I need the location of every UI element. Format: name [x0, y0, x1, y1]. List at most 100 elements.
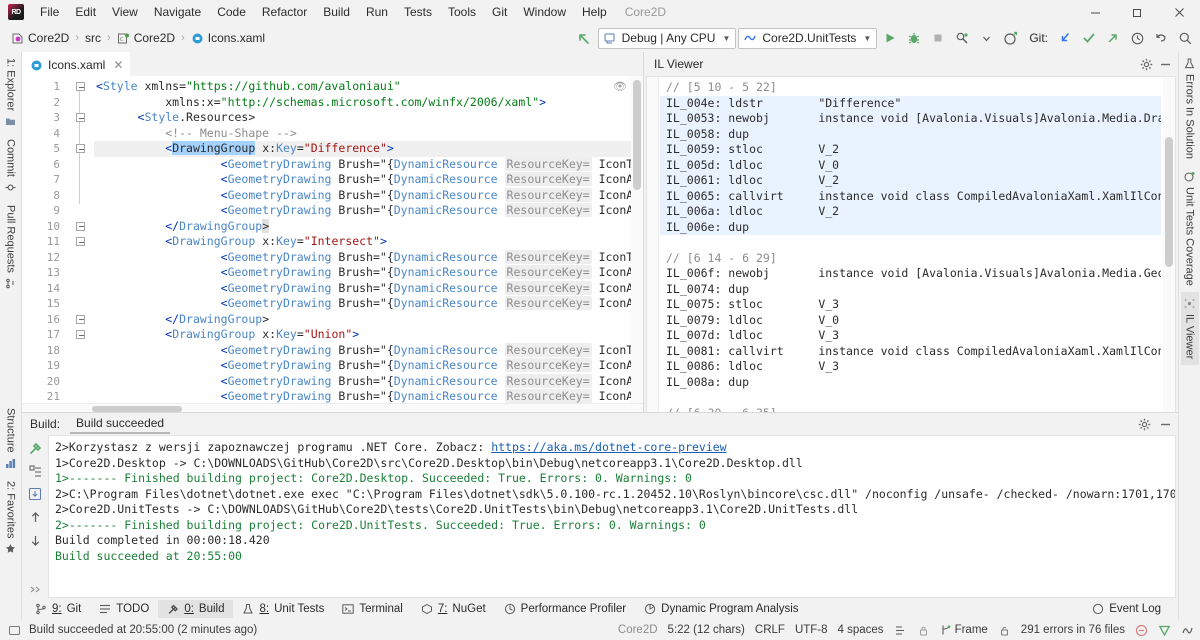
code-line[interactable]: <GeometryDrawing Brush="{DynamicResource…: [94, 389, 643, 403]
sidebar-item-favorites[interactable]: 2: Favorites: [2, 475, 20, 560]
il-instruction-line[interactable]: IL_0086: ldloc V_3: [660, 359, 1161, 375]
fold-toggle-icon[interactable]: [75, 330, 85, 340]
status-line-separator[interactable]: CRLF: [755, 624, 785, 636]
git-commit-icon[interactable]: [1078, 27, 1100, 49]
fold-marker[interactable]: [66, 327, 94, 343]
menu-item-view[interactable]: View: [104, 2, 146, 22]
il-instruction-line[interactable]: IL_0059: stloc V_2: [660, 142, 1161, 158]
il-comment-line[interactable]: // [6 14 - 6 29]: [660, 251, 1161, 267]
down-arrow-icon[interactable]: [26, 531, 44, 549]
run-configuration-combo[interactable]: Core2D.UnitTests ▼: [738, 27, 878, 49]
gear-icon[interactable]: [1138, 418, 1151, 431]
code-line[interactable]: <GeometryDrawing Brush="{DynamicResource…: [94, 265, 643, 281]
status-message[interactable]: Build succeeded at 20:55:00 (2 minutes a…: [29, 624, 257, 636]
code-line[interactable]: <GeometryDrawing Brush="{DynamicResource…: [94, 280, 643, 297]
il-instruction-line[interactable]: IL_008a: dup: [660, 375, 1161, 391]
code-line[interactable]: <GeometryDrawing Brush="{DynamicResource…: [94, 203, 643, 219]
export-icon[interactable]: [26, 485, 44, 503]
menu-item-git[interactable]: Git: [484, 2, 515, 22]
fold-toggle-icon[interactable]: [75, 82, 85, 92]
bottom-tab-unit-tests[interactable]: 8: Unit Tests: [233, 600, 333, 618]
code-line[interactable]: <GeometryDrawing Brush="{DynamicResource…: [94, 296, 643, 312]
breadcrumb-item-project[interactable]: C Core2D: [114, 29, 178, 47]
code-line[interactable]: <GeometryDrawing Brush="{DynamicResource…: [94, 187, 643, 204]
editor-tab-icons-xaml[interactable]: Icons.xaml ✕: [22, 52, 131, 76]
il-comment-line[interactable]: // [5 10 - 5 22]: [660, 80, 1161, 96]
minimize-icon[interactable]: [1159, 58, 1172, 71]
breadcrumb-item-folder[interactable]: src: [82, 29, 104, 47]
profile-dropdown-icon[interactable]: [975, 27, 997, 49]
fold-marker[interactable]: [66, 141, 94, 157]
scrollbar-thumb[interactable]: [92, 406, 182, 412]
notification-icon[interactable]: [8, 624, 21, 637]
code-line[interactable]: </DrawingGroup>: [94, 312, 643, 328]
menu-item-tools[interactable]: Tools: [440, 2, 484, 22]
status-encoding[interactable]: UTF-8: [795, 624, 828, 636]
sidebar-item-commit[interactable]: Commit: [2, 133, 20, 199]
inspection-icon[interactable]: [1158, 624, 1171, 637]
indent-config-icon[interactable]: [894, 624, 907, 637]
stop-button[interactable]: [927, 27, 949, 49]
menu-item-code[interactable]: Code: [209, 2, 254, 22]
il-instruction-line[interactable]: IL_0061: ldloc V_2: [660, 173, 1161, 189]
code-line[interactable]: <GeometryDrawing Brush="{DynamicResource…: [94, 373, 643, 390]
profile-button[interactable]: [951, 27, 973, 49]
code-line[interactable]: <GeometryDrawing Brush="{DynamicResource…: [94, 172, 643, 188]
gear-icon[interactable]: [1140, 58, 1153, 71]
menu-item-edit[interactable]: Edit: [67, 2, 104, 22]
il-viewer-content[interactable]: // [5 10 - 5 22] IL_004e: ldstr "Differen…: [660, 77, 1161, 412]
code-line[interactable]: <Style xmlns="https://github.com/avaloni…: [94, 79, 643, 95]
git-push-icon[interactable]: [1102, 27, 1124, 49]
run-button[interactable]: [879, 27, 901, 49]
minimize-icon[interactable]: [1159, 418, 1172, 431]
bottom-tab-event-log[interactable]: Event Log: [1083, 600, 1170, 618]
sidebar-item-explorer[interactable]: 1: Explorer: [2, 52, 20, 133]
bottom-tab-terminal[interactable]: Terminal: [333, 600, 411, 618]
back-arrow-icon[interactable]: [574, 27, 596, 49]
fold-marker[interactable]: [66, 110, 94, 126]
chevrons-icon[interactable]: [26, 580, 44, 598]
bottom-tab-performance-profiler[interactable]: Performance Profiler: [495, 600, 635, 618]
il-instruction-line[interactable]: IL_0074: dup: [660, 282, 1161, 298]
code-line[interactable]: xmlns:x="http://schemas.microsoft.com/wi…: [94, 95, 643, 111]
bottom-tab-build[interactable]: 0: Build: [158, 600, 234, 618]
bottom-tab-nuget[interactable]: 7: NuGet: [412, 600, 495, 618]
breadcrumb-item-solution[interactable]: Core2D: [8, 29, 72, 47]
hammer-icon[interactable]: [26, 439, 44, 457]
fold-marker[interactable]: [66, 79, 94, 95]
readonly-lock-icon[interactable]: [998, 624, 1011, 637]
up-arrow-icon[interactable]: [26, 508, 44, 526]
menu-item-navigate[interactable]: Navigate: [146, 2, 209, 22]
il-instruction-line[interactable]: IL_006e: dup: [660, 219, 1161, 235]
close-button[interactable]: [1158, 0, 1200, 24]
code-editor[interactable]: 12345678910111213141516171819202122 <Sty…: [22, 76, 643, 403]
git-update-project-icon[interactable]: [1054, 27, 1076, 49]
code-line[interactable]: <GeometryDrawing Brush="{DynamicResource…: [94, 358, 643, 374]
bottom-tab-todo[interactable]: TODO: [90, 600, 158, 618]
il-instruction-line[interactable]: IL_0081: callvirt instance void class Co…: [660, 344, 1161, 360]
il-instruction-line[interactable]: IL_005d: ldloc V_0: [660, 157, 1161, 173]
git-rollback-icon[interactable]: [1150, 27, 1172, 49]
status-indent[interactable]: 4 spaces: [838, 624, 884, 636]
close-icon[interactable]: ✕: [113, 58, 123, 72]
sidebar-item-pull-requests[interactable]: Pull Requests: [2, 199, 20, 295]
menu-item-tests[interactable]: Tests: [396, 2, 440, 22]
sidebar-item-unit-tests-coverage[interactable]: Unit Tests Coverage: [1181, 165, 1199, 292]
code-line[interactable]: <DrawingGroup x:Key="Intersect">: [94, 234, 643, 250]
il-instruction-line[interactable]: IL_007d: ldloc V_3: [660, 328, 1161, 344]
bottom-tab-dynamic-program-analysis[interactable]: Dynamic Program Analysis: [635, 600, 807, 618]
fold-toggle-icon[interactable]: [75, 237, 85, 247]
il-instruction-line[interactable]: IL_0053: newobj instance void [Avalonia.…: [660, 111, 1161, 127]
fold-toggle-icon[interactable]: [75, 221, 85, 231]
error-circle-icon[interactable]: [1135, 624, 1148, 637]
status-caret-position[interactable]: 5:22 (12 chars): [668, 624, 745, 636]
preview-eye-icon[interactable]: 👁: [613, 80, 627, 93]
il-instruction-line[interactable]: [660, 390, 1161, 406]
code-line[interactable]: <GeometryDrawing Brush="{DynamicResource…: [94, 249, 643, 266]
bottom-tab-git[interactable]: 9: Git: [26, 600, 90, 618]
scrollbar-thumb[interactable]: [633, 80, 641, 190]
debug-button[interactable]: [903, 27, 925, 49]
code-line[interactable]: </DrawingGroup>: [94, 218, 643, 235]
code-line[interactable]: <Style.Resources>: [94, 110, 643, 126]
fold-marker[interactable]: [66, 312, 94, 328]
